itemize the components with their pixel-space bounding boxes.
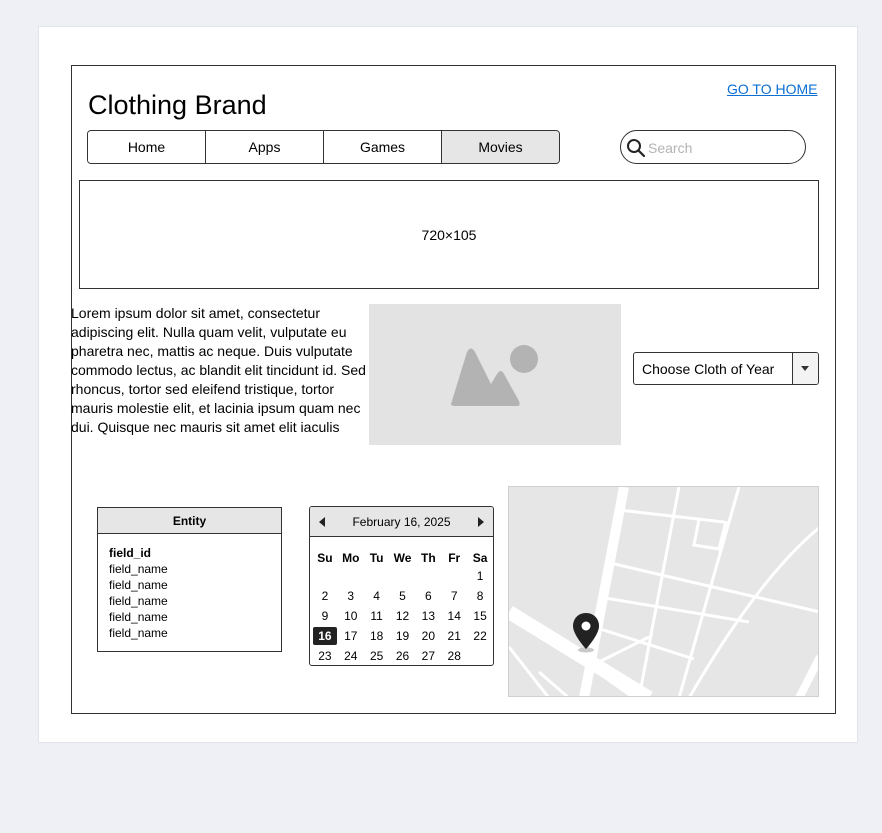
entity-field: field_name: [109, 578, 168, 592]
image-placeholder-icon: [451, 345, 538, 406]
calendar-blank-cell: [364, 566, 390, 586]
calendar-day[interactable]: 21: [442, 627, 466, 645]
calendar-day[interactable]: 24: [339, 647, 363, 665]
calendar-day[interactable]: 1: [468, 567, 492, 585]
next-month-icon[interactable]: [475, 516, 487, 528]
calendar-day[interactable]: 2: [313, 587, 337, 605]
entity-field: field_name: [109, 594, 168, 608]
calendar-blank-cell: [390, 566, 416, 586]
calendar-day[interactable]: 8: [468, 587, 492, 605]
calendar-day[interactable]: 7: [442, 587, 466, 605]
calendar-blank-cell: [441, 566, 467, 586]
calendar-blank-cell: [415, 566, 441, 586]
map-view[interactable]: [508, 486, 819, 697]
search-icon: [627, 139, 646, 158]
entity-title: Entity: [98, 508, 281, 534]
image-placeholder: [369, 304, 621, 445]
body-text-line: rhoncus, tortor sed eleifend tristique, …: [71, 381, 335, 397]
calendar-day[interactable]: 26: [391, 647, 415, 665]
entity-field: field_name: [109, 610, 168, 624]
banner-size-label: 720×105: [421, 226, 477, 243]
calendar-day[interactable]: 4: [365, 587, 389, 605]
calendar-day[interactable]: 13: [416, 607, 440, 625]
body-text-line: Lorem ipsum dolor sit amet, consectetur: [71, 305, 320, 321]
calendar-day[interactable]: 27: [416, 647, 440, 665]
map-pin-icon[interactable]: [571, 611, 601, 653]
cloth-of-year-dropdown[interactable]: Choose Cloth of Year: [633, 352, 819, 385]
entity-table: Entity field_id field_name field_name fi…: [97, 507, 282, 652]
calendar-day[interactable]: 5: [391, 587, 415, 605]
calendar-widget: February 16, 2025 Su Mo Tu We Th Fr Sa 1 2 3 4 5 6 7 8…: [309, 506, 494, 666]
go-to-home-link[interactable]: GO TO HOME: [727, 81, 818, 97]
calendar-day[interactable]: 19: [391, 627, 415, 645]
tab-home[interactable]: Home: [88, 131, 206, 163]
calendar-day[interactable]: 20: [416, 627, 440, 645]
calendar-day[interactable]: 10: [339, 607, 363, 625]
brand-title: Clothing Brand: [88, 90, 267, 120]
tab-movies[interactable]: Movies: [442, 131, 559, 163]
calendar-day-selected[interactable]: 16: [313, 627, 337, 645]
calendar-day[interactable]: 17: [339, 627, 363, 645]
calendar-day[interactable]: 12: [391, 607, 415, 625]
calendar-day[interactable]: 9: [313, 607, 337, 625]
nav-tabs: Home Apps Games Movies: [87, 130, 560, 164]
calendar-title: February 16, 2025: [352, 515, 451, 529]
calendar-day[interactable]: 6: [416, 587, 440, 605]
calendar-blank-cell: [312, 566, 338, 586]
banner-placeholder: 720×105: [79, 180, 819, 289]
calendar-day[interactable]: 18: [365, 627, 389, 645]
calendar-day[interactable]: 25: [365, 647, 389, 665]
body-text-line: adipiscing elit. Nulla quam velit, vulpu…: [71, 324, 347, 340]
body-text-line: commodo lectus, ac blandit elit tincidun…: [71, 362, 366, 378]
body-text-line: pharetra nec, mattis ac neque. Duis vulp…: [71, 343, 353, 359]
chevron-down-icon[interactable]: [792, 353, 818, 384]
search-box: [620, 130, 806, 164]
body-text: Lorem ipsum dolor sit amet, consectetur …: [71, 304, 371, 437]
calendar-day[interactable]: 15: [468, 607, 492, 625]
entity-field: field_name: [109, 626, 168, 640]
calendar-day[interactable]: 3: [339, 587, 363, 605]
body-text-line: mauris molestie elit, et lacinia ipsum q…: [71, 400, 361, 416]
dropdown-selected-value: Choose Cloth of Year: [642, 361, 775, 377]
calendar-day[interactable]: 28: [442, 647, 466, 665]
map-graphic: [509, 487, 818, 696]
search-input[interactable]: [646, 137, 800, 159]
calendar-header: February 16, 2025: [310, 507, 493, 537]
calendar-blank-cell: [338, 566, 364, 586]
calendar-grid: Su Mo Tu We Th Fr Sa 1 2 3 4 5 6 7 8 9 10 11 12 13 14 15 16 17 1…: [312, 546, 493, 665]
entity-field-primary-key: field_id: [109, 546, 152, 560]
entity-field: field_name: [109, 562, 168, 576]
calendar-day[interactable]: 23: [313, 647, 337, 665]
calendar-day[interactable]: 11: [365, 607, 389, 625]
body-text-line: dui. Quisque nec mauris sit amet elit ia…: [71, 419, 340, 435]
calendar-day[interactable]: 14: [442, 607, 466, 625]
tab-apps[interactable]: Apps: [206, 131, 324, 163]
tab-games[interactable]: Games: [324, 131, 442, 163]
calendar-day[interactable]: 22: [468, 627, 492, 645]
